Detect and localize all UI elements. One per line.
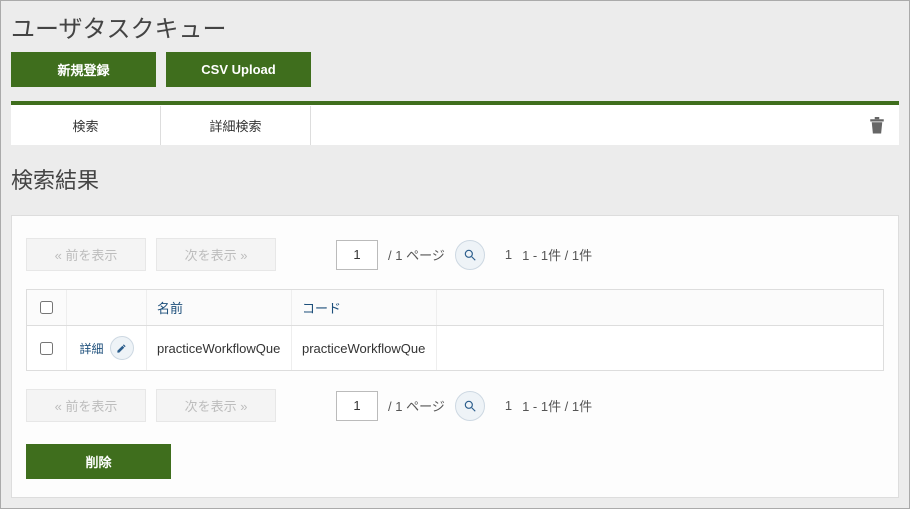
header-code[interactable]: コード: [292, 290, 437, 325]
row-check-cell: [27, 326, 67, 370]
row-rest-cell: [437, 326, 883, 370]
results-table: 名前 コード 詳細 practiceWorkflowQue practiceWo…: [26, 289, 884, 371]
row-code-cell: practiceWorkflowQue: [292, 326, 437, 370]
results-title: 検索結果: [1, 145, 909, 205]
next-page-button[interactable]: 次を表示 »: [156, 238, 276, 271]
next-page-button-bottom[interactable]: 次を表示 »: [156, 389, 276, 422]
page-number-input-bottom[interactable]: [336, 391, 378, 421]
page-total-label-bottom: / 1 ページ: [388, 396, 445, 415]
header-code-label: コード: [302, 298, 341, 317]
page-root: ユーザタスクキュー 新規登録 CSV Upload 検索 詳細検索 検索結果 «…: [0, 0, 910, 509]
header-name[interactable]: 名前: [147, 290, 292, 325]
page-total: 1 ページ: [395, 248, 445, 263]
page-go-button[interactable]: [455, 240, 485, 270]
select-all-checkbox[interactable]: [40, 301, 53, 314]
pencil-icon: [116, 343, 127, 354]
paginator-top: « 前を表示 次を表示 » / 1 ページ 1 1 - 1件 / 1件: [26, 238, 884, 271]
spacer: [311, 106, 854, 145]
edit-button[interactable]: [110, 336, 134, 360]
row-actions-cell: 詳細: [67, 326, 147, 370]
count-range: 1 - 1件 / 1件: [522, 245, 592, 264]
delete-button[interactable]: 削除: [26, 444, 171, 479]
count-index-bottom: 1: [505, 398, 512, 413]
search-icon: [463, 399, 477, 413]
header-actions-cell: [67, 290, 147, 325]
prev-page-button[interactable]: « 前を表示: [26, 238, 146, 271]
table-row: 詳細 practiceWorkflowQue practiceWorkflowQ…: [27, 326, 883, 370]
trash-button[interactable]: [854, 106, 899, 145]
search-icon: [463, 248, 477, 262]
detail-link[interactable]: 詳細: [79, 340, 103, 357]
row-name-cell: practiceWorkflowQue: [147, 326, 292, 370]
count-index: 1: [505, 247, 512, 262]
new-button[interactable]: 新規登録: [11, 52, 156, 87]
page-number-input[interactable]: [336, 240, 378, 270]
header-check-cell: [27, 290, 67, 325]
tab-search[interactable]: 検索: [11, 106, 161, 145]
page-go-button-bottom[interactable]: [455, 391, 485, 421]
results-panel: « 前を表示 次を表示 » / 1 ページ 1 1 - 1件 / 1件 名前 コ…: [11, 215, 899, 498]
prev-page-button-bottom[interactable]: « 前を表示: [26, 389, 146, 422]
page-total-label: / 1 ページ: [388, 245, 445, 264]
csv-upload-button[interactable]: CSV Upload: [166, 52, 311, 87]
paginator-bottom: « 前を表示 次を表示 » / 1 ページ 1 1 - 1件 / 1件: [26, 389, 884, 422]
search-tab-bar: 検索 詳細検索: [11, 105, 899, 145]
row-checkbox[interactable]: [40, 342, 53, 355]
trash-icon: [868, 115, 886, 137]
header-rest: [437, 290, 883, 325]
toolbar: 新規登録 CSV Upload: [1, 48, 909, 101]
count-range-bottom: 1 - 1件 / 1件: [522, 396, 592, 415]
header-name-label: 名前: [157, 298, 183, 317]
tab-advanced-search[interactable]: 詳細検索: [161, 106, 311, 145]
page-total: 1 ページ: [395, 399, 445, 414]
page-title: ユーザタスクキュー: [1, 1, 909, 48]
table-header-row: 名前 コード: [27, 290, 883, 326]
